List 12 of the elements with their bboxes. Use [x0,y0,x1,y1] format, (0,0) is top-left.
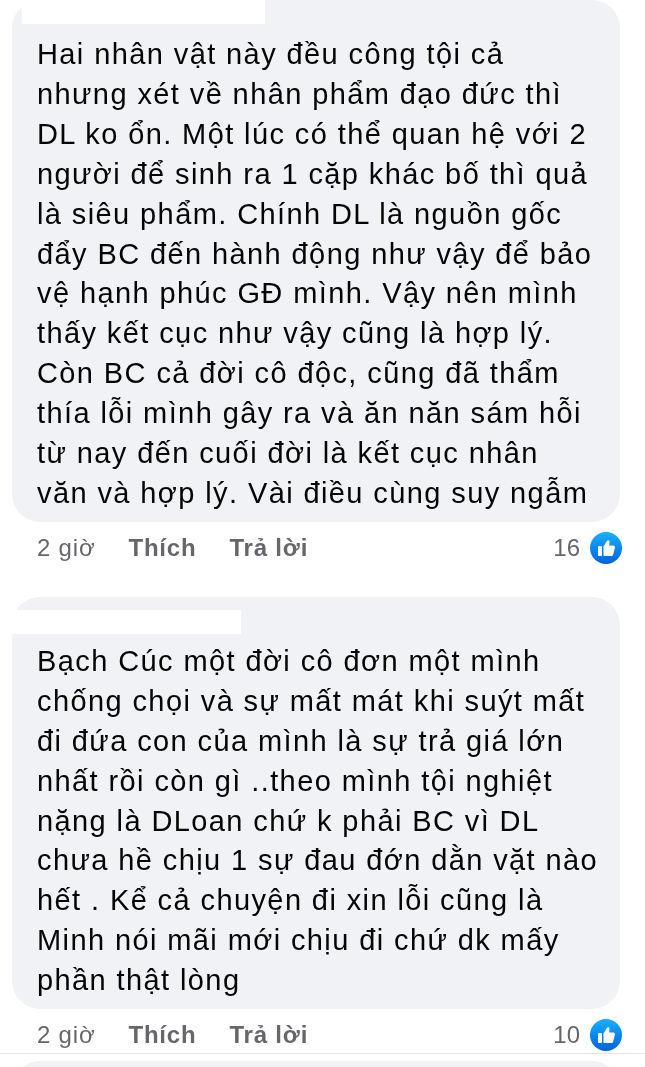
reactions-button[interactable]: 10 [553,1019,622,1052]
reply-button[interactable]: Trả lời [229,1021,309,1050]
timestamp-link[interactable]: 2 giờ [37,533,96,562]
reply-button[interactable]: Trả lời [229,533,309,562]
timestamp-link[interactable]: 2 giờ [37,1021,96,1050]
comment-text: Hai nhân vật này đều công tội cả nhưng xét về nhân phẩm đạo đức thì DL ko ổn. Một lúc có thể quan hệ với 2 người để sinh ra 1 cặp khác bố thì quả là siêu phẩm. Chính DL là nguồn gốc đẩy BC đến hành động như vậy để bảo vệ hạnh phúc GĐ mình. Vậy nên mình thấy kết cục như vậy cũng là hợp lý. Còn BC cả đời cô độc, cũng đã thẩm thía lỗi mình gây ra và ăn năn sám hỗi từ nay đến cuối đời là kết cục nhân văn và hợp lý. Vài điều cùng suy ngẫm [37,37,594,511]
comment-text: Bạch Cúc một đời cô đơn một mình chống chọi và sự mất mát khi suýt mất đi đứa con của mình là sự trả giá lớn nhất rồi còn gì ..theo mình tội nghiệt nặng là DLoan chứ k phải BC vì DL chưa hề chịu 1 sự đau đớn dằn vặt nào hết . Kể cả chuyện đi xin lỗi cũng là Minh nói mãi mới chịu đi chứ dk mấy phần thật lòng [37,643,600,999]
reactions-button[interactable]: 16 [553,531,622,564]
thumbs-up-icon [590,531,622,564]
thumbs-up-icon [590,1019,622,1052]
like-button[interactable]: Thích [128,533,197,562]
like-button[interactable]: Thích [128,1021,197,1050]
